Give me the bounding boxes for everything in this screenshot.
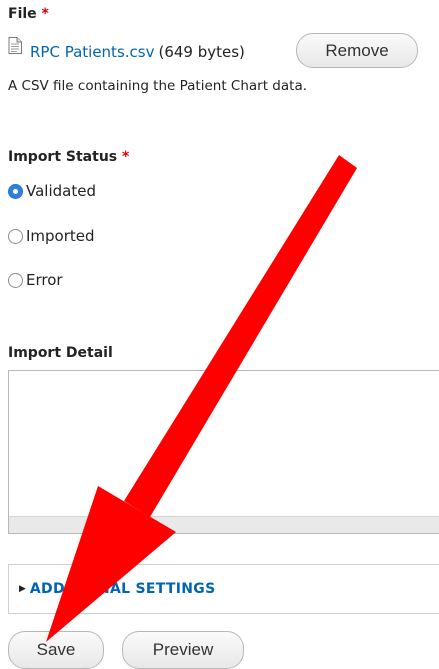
required-marker: * (41, 6, 49, 22)
radio-button-checked[interactable] (8, 183, 23, 199)
document-icon (8, 36, 22, 54)
radio-option-error[interactable]: Error (8, 271, 63, 289)
import-status-label: Import Status * (8, 149, 130, 165)
radio-label: Validated (26, 182, 96, 200)
radio-label: Error (26, 271, 63, 289)
import-detail-textarea[interactable] (8, 370, 439, 534)
preview-button[interactable]: Preview (122, 631, 244, 669)
radio-option-imported[interactable]: Imported (8, 227, 95, 245)
uploaded-file: RPC Patients.csv (649 bytes) (8, 36, 245, 66)
textarea-resize-handle[interactable] (9, 516, 439, 533)
required-marker: * (122, 149, 130, 165)
expand-triangle-icon: ▶ (19, 584, 26, 594)
radio-label: Imported (26, 227, 95, 245)
radio-button[interactable] (8, 272, 23, 288)
radio-button[interactable] (8, 228, 23, 244)
remove-button[interactable]: Remove (296, 33, 418, 68)
import-detail-label: Import Detail (8, 345, 113, 361)
radio-option-validated[interactable]: Validated (8, 182, 96, 200)
file-size: (649 bytes) (158, 43, 245, 61)
file-name-link[interactable]: RPC Patients.csv (30, 43, 154, 61)
additional-settings-details[interactable]: ▶ ADDITIONAL SETTINGS (8, 564, 439, 614)
additional-settings-summary[interactable]: ADDITIONAL SETTINGS (30, 581, 216, 597)
file-description: A CSV file containing the Patient Chart … (8, 78, 308, 94)
file-field-label: File * (8, 6, 49, 22)
save-button[interactable]: Save (8, 631, 104, 669)
